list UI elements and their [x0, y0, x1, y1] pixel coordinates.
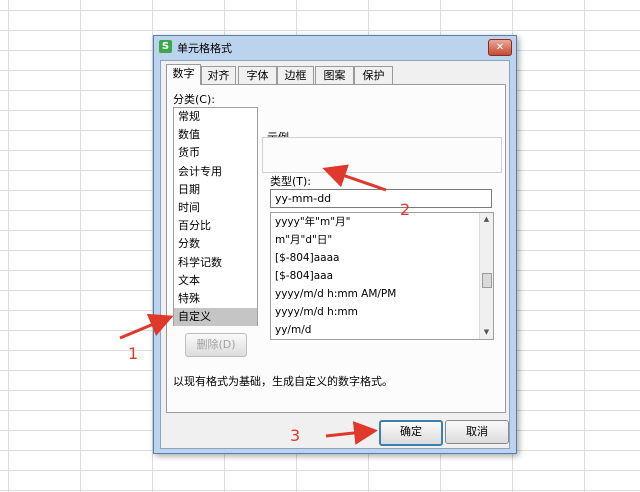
arrow-3 [325, 421, 378, 445]
annotation-step-2: 2 [400, 200, 411, 219]
arrow-1 [119, 313, 174, 340]
arrow-2 [322, 164, 387, 192]
annotation-step-1: 1 [128, 344, 139, 363]
annotation-step-3: 3 [290, 426, 301, 445]
annotation-arrows [119, 164, 387, 445]
tab-number[interactable]: 数字 [166, 64, 201, 85]
